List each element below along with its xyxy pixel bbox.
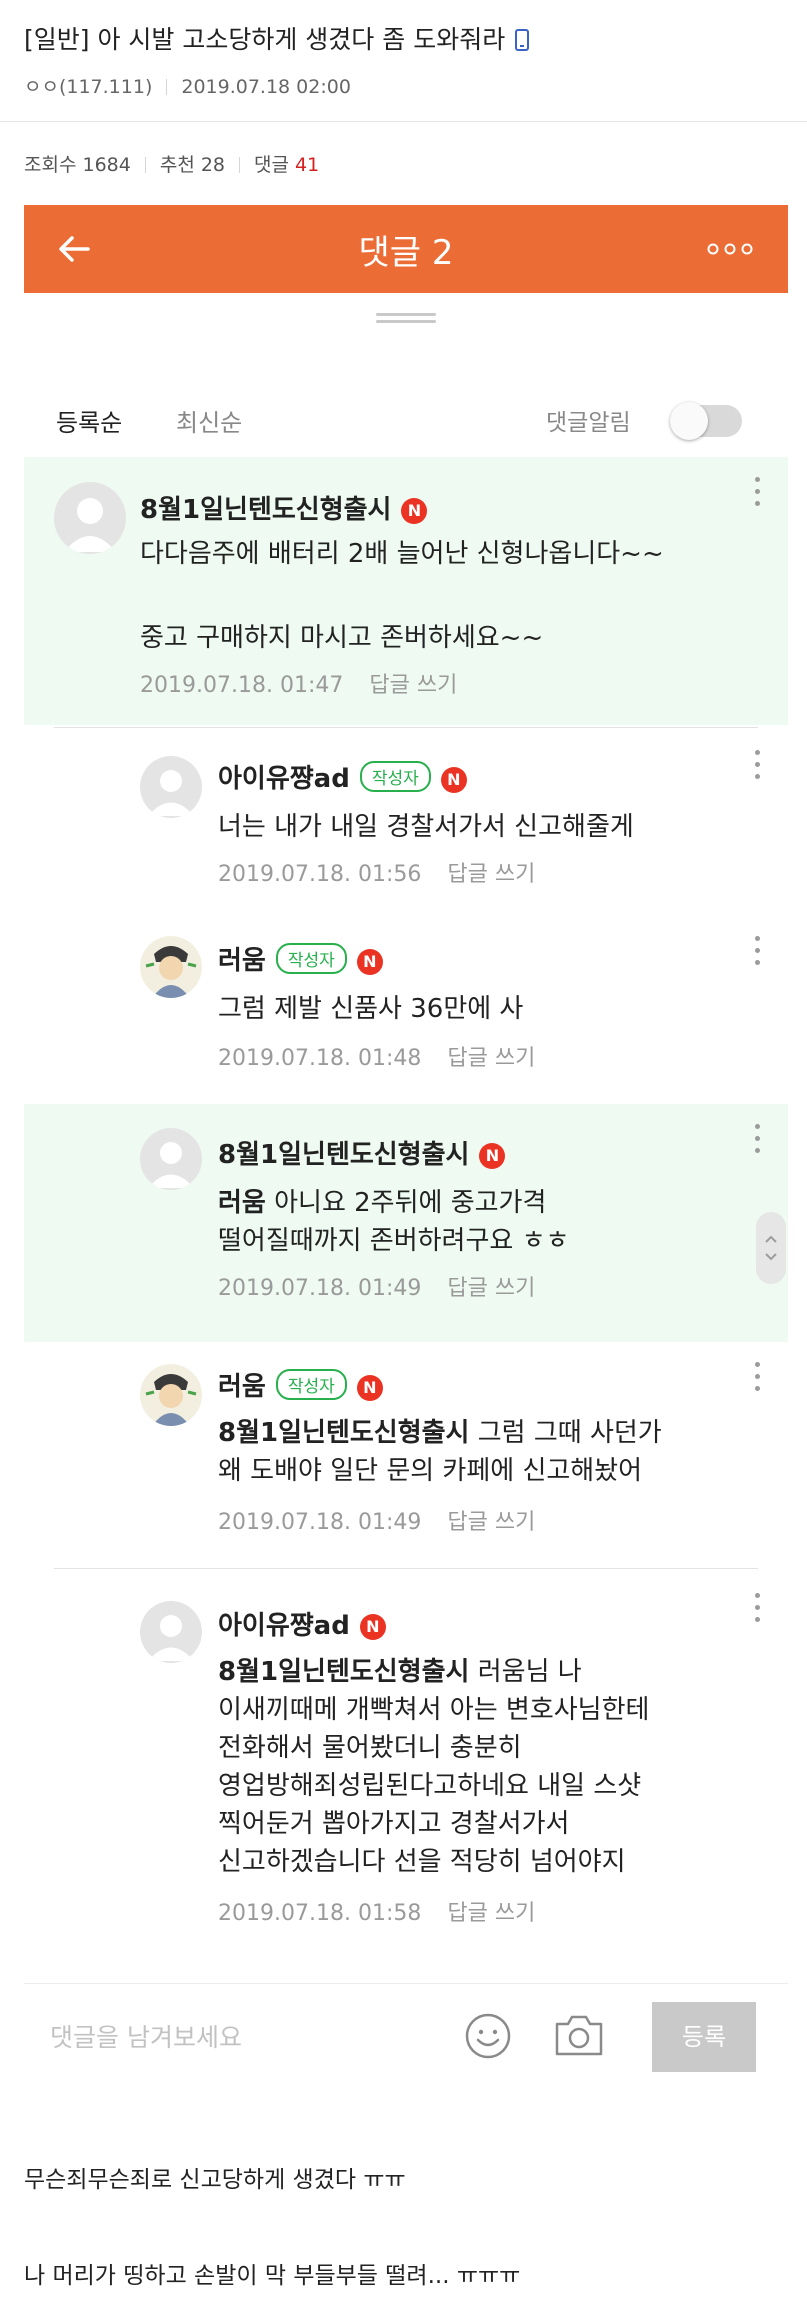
comment-text: 찍어둔거 뽑아가지고 경찰서가서 <box>218 1809 570 1839</box>
reply-link[interactable]: 답글 쓰기 <box>447 1046 535 1071</box>
comment-alarm-label: 댓글알림 <box>546 410 631 436</box>
naver-badge-icon: N <box>359 1614 386 1640</box>
stats-divider <box>144 157 146 173</box>
meta-divider <box>166 79 168 95</box>
toggle-knob <box>670 402 708 440</box>
comment-date: 2019.07.18. 01:58 답글 쓰기 <box>218 1901 536 1926</box>
sort-tab-registered[interactable]: 등록순 <box>56 403 122 438</box>
post-body-line: 무슨죄무슨죄로 신고당하게 생겼다 ㅠㅠ <box>24 2167 406 2193</box>
app-bar: 댓글 2 <box>24 205 788 293</box>
comment-text: 신고하겠습니다 선을 적당히 넘어야지 <box>218 1847 626 1877</box>
comment-text: 영업방해죄성립된다고하네요 내일 스샷 <box>218 1771 642 1801</box>
mention[interactable]: 8월1일닌텐도신형출시 <box>218 1657 469 1687</box>
author-badge: 작성자 <box>359 761 431 792</box>
comment-date: 2019.07.18. 01:56 답글 쓰기 <box>218 862 536 887</box>
comments-label: 댓글 <box>254 154 289 176</box>
post-meta: ㅇㅇ(117.111) 2019.07.18 02:00 <box>24 72 351 99</box>
post-datetime: 2019.07.18 02:00 <box>181 76 351 98</box>
drag-handle[interactable] <box>376 313 436 323</box>
comment-text: 중고 구매하지 마시고 존버하세요~~ <box>140 623 544 653</box>
comment-text: 너는 내가 내일 경찰서가서 신고해줄게 <box>218 812 634 842</box>
comment-reply: 8월1일닌텐도신형출시 N 러움 아니요 2주뒤에 중고가격 떨어질때까지 존버하… <box>24 1104 788 1342</box>
comment-nickname[interactable]: 아이유쨩ad 작성자 N <box>218 758 467 795</box>
comment-date: 2019.07.18. 01:49 답글 쓰기 <box>218 1276 536 1301</box>
post-body-line: 나 머리가 띵하고 손발이 막 부들부들 떨려... ㅠㅠㅠ <box>24 2263 521 2289</box>
reply-link[interactable]: 답글 쓰기 <box>447 1276 535 1301</box>
comments-screenshot: 댓글 2 등록순 최신순 댓글알림 8월1일닌텐도신형출시 N 다다음주에 배터리… <box>24 205 788 2088</box>
post-author[interactable]: ㅇㅇ(117.111) <box>24 76 152 98</box>
comment-reply: 러움 작성자 N 8월1일닌텐도신형출시 그럼 그때 사던가 왜 도배야 일단 문의… <box>24 1342 788 1568</box>
comment-alarm-toggle[interactable] <box>670 402 742 440</box>
comment-reply: 아이유쨩ad 작성자 N 너는 내가 내일 경찰서가서 신고해줄게 2019.07.… <box>24 728 788 916</box>
comment-date: 2019.07.18. 01:48 답글 쓰기 <box>218 1046 536 1071</box>
comment-text: 8월1일닌텐도신형출시 러움님 나 <box>218 1657 582 1687</box>
comment-menu-icon[interactable] <box>754 1124 762 1158</box>
submit-button[interactable]: 등록 <box>652 2002 756 2072</box>
comment-text: 전화해서 물어봤더니 충분히 <box>218 1733 522 1763</box>
comment-nickname[interactable]: 아이유쨩ad N <box>218 1605 386 1642</box>
avatar[interactable] <box>54 482 126 554</box>
post-header: [일반] 아 시발 고소당하게 생겼다 좀 도와줘라 ㅇㅇ(117.111) 20… <box>0 0 807 122</box>
comment-text: 이새끼때메 개빡쳐서 아는 변호사님한테 <box>218 1695 650 1725</box>
stats-divider <box>239 157 241 173</box>
naver-badge-icon: N <box>479 1143 506 1169</box>
reply-link[interactable]: 답글 쓰기 <box>447 1901 535 1926</box>
comment-reply: 러움 작성자 N 그럼 제발 신품사 36만에 사 2019.07.18. 01:4… <box>24 916 788 1104</box>
mention[interactable]: 8월1일닌텐도신형출시 <box>218 1418 469 1448</box>
comment-menu-icon[interactable] <box>754 750 762 784</box>
comment-nickname[interactable]: 러움 작성자 N <box>218 1366 383 1403</box>
naver-badge-icon: N <box>401 498 428 524</box>
more-options-icon[interactable] <box>706 239 754 259</box>
reply-link[interactable]: 답글 쓰기 <box>369 673 457 698</box>
comment-text: 왜 도배야 일단 문의 카페에 신고해놨어 <box>218 1456 643 1486</box>
comment-text: 떨어질때까지 존버하려구요 ㅎㅎ <box>218 1226 570 1256</box>
views-count: 조회수 1684 <box>24 154 131 176</box>
sort-bar: 등록순 최신순 댓글알림 <box>24 395 788 445</box>
comment-text: 8월1일닌텐도신형출시 그럼 그때 사던가 <box>218 1418 662 1448</box>
scroll-handle[interactable] <box>756 1212 786 1284</box>
comment-input[interactable]: 댓글을 남겨보세요 <box>50 2018 242 2054</box>
avatar[interactable] <box>140 1128 202 1190</box>
recommend-count: 추천 28 <box>159 154 226 176</box>
emoji-icon[interactable] <box>464 2012 512 2060</box>
comments-count[interactable]: 41 <box>295 154 319 176</box>
mobile-icon <box>515 29 530 51</box>
comment-menu-icon[interactable] <box>754 477 762 511</box>
app-bar-title: 댓글 2 <box>358 233 454 273</box>
post-title: [일반] 아 시발 고소당하게 생겼다 좀 도와줘라 <box>24 20 530 56</box>
avatar-cartoon[interactable] <box>140 1364 202 1426</box>
reply-link[interactable]: 답글 쓰기 <box>447 1510 535 1535</box>
comment-nickname[interactable]: 8월1일닌텐도신형출시 N <box>218 1134 506 1171</box>
author-badge: 작성자 <box>275 1369 347 1400</box>
avatar-cartoon[interactable] <box>140 936 202 998</box>
naver-badge-icon: N <box>440 767 467 793</box>
naver-badge-icon: N <box>356 949 383 975</box>
comment-input-bar: 댓글을 남겨보세요 등록 <box>24 1983 788 2088</box>
comment-nickname[interactable]: 8월1일닌텐도신형출시 N <box>140 489 428 526</box>
naver-badge-icon: N <box>356 1375 383 1401</box>
camera-icon[interactable] <box>554 2012 604 2058</box>
author-badge: 작성자 <box>275 943 347 974</box>
comment-menu-icon[interactable] <box>754 1593 762 1627</box>
comment-item: 8월1일닌텐도신형출시 N 다다음주에 배터리 2배 늘어난 신형나옵니다~~ 중… <box>24 457 788 725</box>
sort-tab-latest[interactable]: 최신순 <box>176 403 242 438</box>
avatar[interactable] <box>140 1601 202 1663</box>
comment-text: 다다음주에 배터리 2배 늘어난 신형나옵니다~~ <box>140 539 664 569</box>
mention[interactable]: 러움 <box>218 1188 266 1218</box>
comment-text: 러움 아니요 2주뒤에 중고가격 <box>218 1188 547 1218</box>
comment-text: 그럼 제발 신품사 36만에 사 <box>218 994 524 1024</box>
comment-date: 2019.07.18. 01:47 답글 쓰기 <box>140 673 458 698</box>
comment-reply: 아이유쨩ad N 8월1일닌텐도신형출시 러움님 나 이새끼때메 개빡쳐서 아는 … <box>24 1569 788 1983</box>
post-title-text: [일반] 아 시발 고소당하게 생겼다 좀 도와줘라 <box>24 25 506 54</box>
reply-link[interactable]: 답글 쓰기 <box>447 862 535 887</box>
comment-menu-icon[interactable] <box>754 936 762 970</box>
comment-date: 2019.07.18. 01:49 답글 쓰기 <box>218 1510 536 1535</box>
post-stats: 조회수 1684 추천 28 댓글 41 <box>24 150 319 177</box>
comment-menu-icon[interactable] <box>754 1362 762 1396</box>
avatar[interactable] <box>140 756 202 818</box>
comment-nickname[interactable]: 러움 작성자 N <box>218 940 383 977</box>
